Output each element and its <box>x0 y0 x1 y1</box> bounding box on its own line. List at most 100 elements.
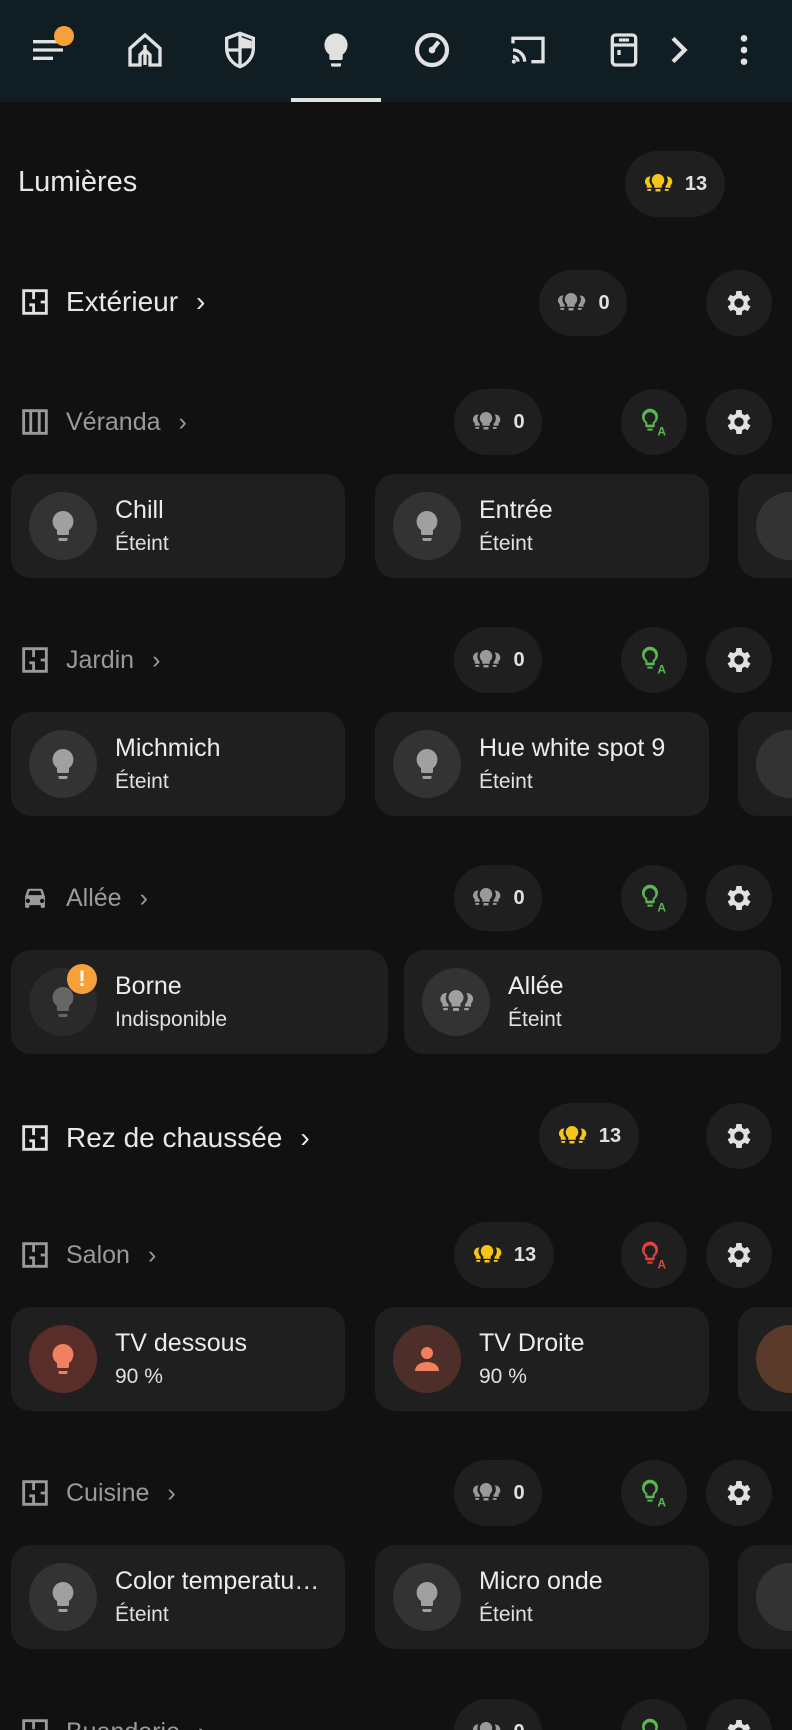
light-toggle[interactable] <box>756 1325 792 1393</box>
light-name: Borne <box>115 972 182 1000</box>
light-card-color-temperature[interactable]: Color temperatu… Éteint <box>11 1545 345 1649</box>
light-card-tv-droite[interactable]: TV Droite 90 % <box>375 1307 709 1411</box>
lights-on-count: 0 <box>513 410 525 433</box>
lightbulb-icon <box>409 1579 445 1615</box>
tab-energy[interactable] <box>402 18 462 82</box>
settings-button[interactable] <box>706 1222 772 1288</box>
area-header-veranda[interactable]: Véranda › <box>18 402 187 442</box>
light-card-allee[interactable]: Allée Éteint <box>404 950 781 1054</box>
auto-lightbulb-icon <box>638 1239 670 1271</box>
light-card-micro-onde[interactable]: Micro onde Éteint <box>375 1545 709 1649</box>
tab-appliances[interactable] <box>594 18 654 82</box>
shield-icon <box>225 31 255 69</box>
lights-on-chip[interactable]: 0 <box>539 270 627 336</box>
light-state: 90 % <box>479 1365 527 1388</box>
light-card-partial[interactable] <box>738 1545 792 1649</box>
auto-lightbulb-icon <box>638 882 670 914</box>
lights-on-chip[interactable]: 0 <box>454 1460 542 1526</box>
light-card-hue-white-spot-9[interactable]: Hue white spot 9 Éteint <box>375 712 709 816</box>
lights-on-chip[interactable]: 0 <box>454 1699 542 1730</box>
lightbulb-icon <box>45 1579 81 1615</box>
auto-lighting-button[interactable] <box>621 1699 687 1730</box>
settings-button[interactable] <box>706 1699 772 1730</box>
lights-on-chip[interactable]: 13 <box>454 1222 554 1288</box>
lights-on-chip[interactable]: 0 <box>454 389 542 455</box>
light-card-partial[interactable] <box>738 712 792 816</box>
light-toggle[interactable] <box>393 1325 461 1393</box>
car-icon <box>18 881 52 915</box>
light-state: Éteint <box>115 770 169 793</box>
menu-button[interactable] <box>18 18 78 82</box>
lightbulb-group-icon <box>472 1240 502 1270</box>
gear-icon <box>723 1120 755 1152</box>
auto-lightbulb-icon <box>638 644 670 676</box>
area-name: Véranda <box>66 407 161 436</box>
light-toggle[interactable] <box>393 1563 461 1631</box>
light-toggle[interactable] <box>393 730 461 798</box>
auto-lighting-button[interactable] <box>621 1222 687 1288</box>
auto-lighting-button[interactable] <box>621 389 687 455</box>
tabs-scroll-right[interactable] <box>648 18 708 82</box>
area-header-cuisine[interactable]: Cuisine › <box>18 1473 176 1513</box>
chevron-right-icon: › <box>139 883 148 912</box>
tab-media[interactable] <box>498 18 558 82</box>
gear-icon <box>723 1716 755 1730</box>
total-count: 13 <box>684 172 708 195</box>
light-state: Éteint <box>115 532 169 555</box>
area-header-jardin[interactable]: Jardin › <box>18 640 160 680</box>
light-name: Chill <box>115 496 164 524</box>
lights-on-chip[interactable]: 0 <box>454 627 542 693</box>
tab-home[interactable] <box>115 18 175 82</box>
light-toggle[interactable] <box>29 1325 97 1393</box>
auto-lightbulb-icon <box>638 1477 670 1509</box>
auto-lighting-button[interactable] <box>621 627 687 693</box>
lights-on-count: 0 <box>598 291 610 314</box>
lightbulb-group-icon <box>471 407 501 437</box>
settings-button[interactable] <box>706 627 772 693</box>
overflow-menu-button[interactable] <box>714 18 774 82</box>
total-lights-on-chip[interactable]: 13 <box>625 151 725 217</box>
lights-on-count: 0 <box>513 1481 525 1504</box>
light-state: Éteint <box>479 532 533 555</box>
floor-header-rez-de-chaussee[interactable]: Rez de chaussée › <box>18 1118 310 1158</box>
settings-button[interactable] <box>706 1460 772 1526</box>
tab-lights[interactable] <box>306 18 366 82</box>
floor-header-exterieur[interactable]: Extérieur › <box>18 282 205 322</box>
lights-on-chip[interactable]: 0 <box>454 865 542 931</box>
area-header-allee[interactable]: Allée › <box>18 878 148 918</box>
auto-lighting-button[interactable] <box>621 865 687 931</box>
lightbulb-icon <box>45 1341 81 1377</box>
chevron-right-icon: › <box>178 407 187 436</box>
light-card-partial[interactable] <box>738 474 792 578</box>
lights-on-chip[interactable]: 13 <box>539 1103 639 1169</box>
light-toggle[interactable] <box>29 730 97 798</box>
tab-security[interactable] <box>210 18 270 82</box>
chevron-right-icon: › <box>152 645 161 674</box>
light-toggle[interactable] <box>756 1563 792 1631</box>
settings-button[interactable] <box>706 865 772 931</box>
light-card-partial[interactable] <box>738 1307 792 1411</box>
light-state: Éteint <box>508 1008 562 1031</box>
light-toggle[interactable] <box>393 492 461 560</box>
settings-button[interactable] <box>706 270 772 336</box>
settings-button[interactable] <box>706 1103 772 1169</box>
light-toggle[interactable] <box>422 968 490 1036</box>
light-toggle[interactable] <box>756 492 792 560</box>
light-toggle[interactable] <box>29 1563 97 1631</box>
light-card-entree[interactable]: Entrée Éteint <box>375 474 709 578</box>
light-card-michmich[interactable]: Michmich Éteint <box>11 712 345 816</box>
area-header-buanderie[interactable]: Buanderie › <box>18 1712 206 1730</box>
area-name: Salon <box>66 1240 130 1269</box>
light-card-chill[interactable]: Chill Éteint <box>11 474 345 578</box>
auto-lightbulb-icon <box>638 406 670 438</box>
light-card-borne[interactable]: ! Borne Indisponible <box>11 950 388 1054</box>
chevron-right-icon: › <box>198 1718 206 1730</box>
auto-lighting-button[interactable] <box>621 1460 687 1526</box>
light-toggle[interactable] <box>756 730 792 798</box>
settings-button[interactable] <box>706 389 772 455</box>
area-header-salon[interactable]: Salon › <box>18 1235 156 1275</box>
light-card-tv-dessous[interactable]: TV dessous 90 % <box>11 1307 345 1411</box>
light-state: 90 % <box>115 1365 163 1388</box>
light-toggle[interactable] <box>29 492 97 560</box>
chevron-right-icon: › <box>167 1478 176 1507</box>
